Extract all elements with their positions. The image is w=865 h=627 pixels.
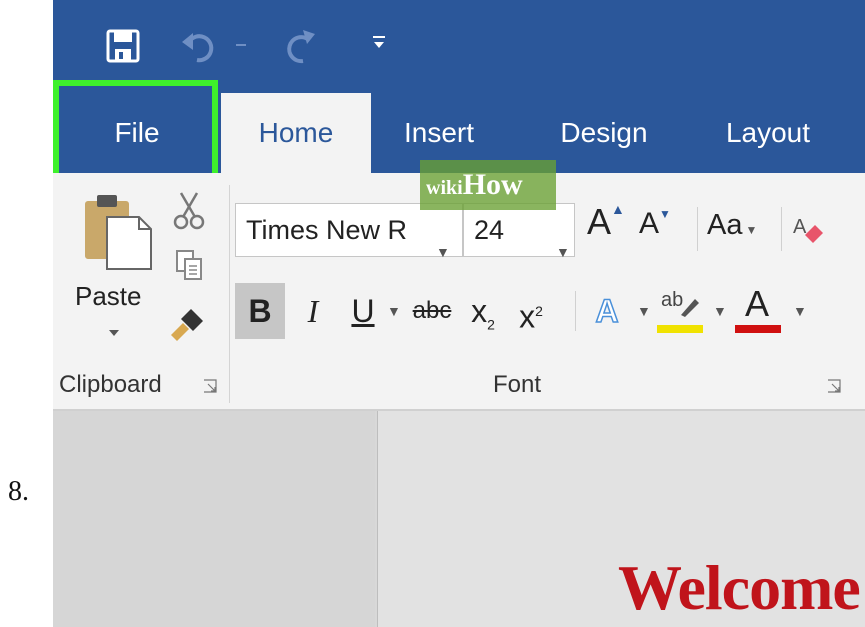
subscript-button[interactable]: x2 [463,283,503,339]
grow-font-button[interactable]: A▲ [587,201,625,243]
font-dialog-launcher-icon[interactable] [827,379,841,398]
grow-font-label: A [587,201,612,242]
group-separator [229,185,230,403]
font-name-value[interactable]: Times New R [246,215,407,245]
divider [697,207,698,251]
grow-arrow-icon: ▲ [611,201,625,217]
font-name-dropdown-icon[interactable]: ▼ [436,226,450,278]
save-icon[interactable] [105,28,141,69]
document-welcome-text: Welcome [618,552,861,623]
highlighter-pen-icon [681,299,699,317]
tab-design[interactable]: Design [539,93,669,173]
paste-dropdown-icon[interactable] [107,325,121,343]
tab-layout[interactable]: Layout [703,93,833,173]
subscript-label: x [471,293,488,329]
text-highlight-button[interactable]: ab [657,285,709,337]
font-size-box[interactable]: 24 ▼ [463,203,575,260]
customize-qat-icon[interactable] [371,34,387,55]
font-color-bar [735,325,781,333]
tab-home[interactable]: Home [221,93,371,173]
underline-button[interactable]: U [343,283,383,339]
shrink-arrow-icon: ▼ [659,207,671,221]
change-case-button[interactable]: Aa ▼ [707,209,757,242]
clipboard-dialog-launcher-icon[interactable] [203,379,217,398]
cut-icon[interactable] [173,191,205,236]
highlight-color-bar [657,325,703,333]
font-size-dropdown-icon[interactable]: ▼ [556,226,570,278]
text-effects-button[interactable]: A [587,283,627,339]
change-case-label: Aa [707,209,743,241]
superscript-digit: 2 [535,303,543,319]
divider [575,291,576,331]
redo-icon[interactable] [281,28,321,69]
step-number: 8. [8,476,29,507]
wikihow-watermark: wikiHow [420,160,556,210]
watermark-wiki: wiki [426,177,463,199]
watermark-how: How [462,168,523,201]
text-effects-dropdown-icon[interactable]: ▼ [637,303,651,319]
bold-button[interactable]: B [235,283,285,339]
document-page[interactable]: Welcome [377,411,865,627]
navigation-pane [53,411,375,627]
superscript-label: x [519,298,536,335]
subscript-digit: 2 [487,316,495,333]
superscript-button[interactable]: x2 [509,283,553,339]
divider [781,207,782,251]
shrink-font-button[interactable]: A▼ [639,207,671,241]
highlight-dropdown-icon[interactable]: ▼ [713,303,727,319]
font-color-button[interactable]: A [735,283,787,337]
font-color-label: A [745,283,770,324]
underline-dropdown-icon[interactable]: ▼ [387,303,401,319]
font-color-dropdown-icon[interactable]: ▼ [793,303,807,319]
undo-dropdown-icon[interactable] [235,38,247,56]
clipboard-group-label: Clipboard [59,371,162,398]
font-size-value[interactable]: 24 [474,215,504,245]
shrink-font-label: A [639,207,660,240]
paste-button-label[interactable]: Paste [75,281,142,312]
title-bar [53,0,865,93]
copy-icon[interactable] [175,249,205,288]
svg-text:A: A [793,216,807,238]
font-group-label: Font [493,371,542,398]
paste-icon[interactable] [81,191,153,276]
undo-icon[interactable] [181,28,221,69]
format-painter-icon[interactable] [169,305,207,350]
tab-file[interactable]: File [53,93,221,173]
change-case-dropdown-icon: ▼ [745,223,758,237]
word-window: File Home Insert Design Layout Paste Cli… [53,0,865,627]
clear-formatting-icon[interactable]: A [791,213,827,252]
italic-button[interactable]: I [293,283,333,339]
font-name-box[interactable]: Times New R ▼ [235,203,463,260]
strikethrough-button[interactable]: abc [407,283,457,339]
